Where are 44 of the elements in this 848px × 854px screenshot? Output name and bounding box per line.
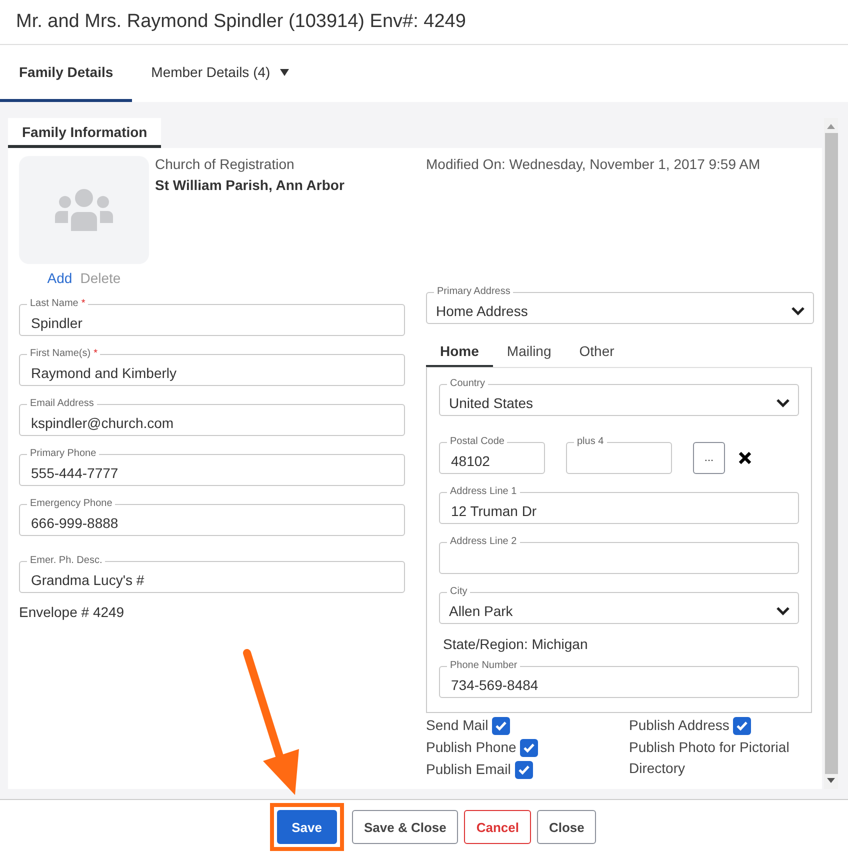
state-text: State/Region: Michigan — [443, 636, 589, 652]
checkbox[interactable] — [492, 717, 510, 735]
chevron-down-icon — [776, 398, 790, 408]
option-label: Publish Photo for Pictorial Directory — [629, 738, 790, 778]
lookup-button[interactable]: ... — [693, 442, 725, 474]
scroll-down-icon[interactable] — [827, 778, 835, 783]
checkbox[interactable] — [520, 739, 538, 757]
checkmark-icon — [736, 721, 748, 731]
option-label: Publish Phone — [426, 738, 516, 757]
section-tab[interactable]: Family Information — [8, 118, 162, 148]
chevron-down-icon — [776, 606, 790, 616]
tab[interactable]: Home — [426, 338, 493, 367]
action-button[interactable]: Save — [276, 810, 337, 844]
checkbox[interactable] — [514, 761, 533, 779]
option-label: Publish Email — [426, 760, 511, 779]
window-title: Mr. and Mrs. Raymond Spindler (103914) Env#: 4249 — [16, 11, 466, 33]
checkmark-icon — [518, 765, 530, 775]
church-name: St William Parish, Ann Arbor — [155, 177, 344, 193]
group-icon — [55, 189, 113, 231]
field-label: First Name(s) * — [27, 348, 100, 360]
field-label: Emergency Phone — [27, 498, 116, 510]
chevron-down-icon — [791, 306, 805, 316]
envelope-number: Envelope # 4249 — [19, 604, 126, 620]
photo-link[interactable]: Add — [47, 270, 72, 286]
option-label: Send Mail — [426, 716, 488, 735]
action-button[interactable]: Save & Close — [352, 810, 458, 844]
field-label: Primary Address — [434, 286, 514, 298]
field-label: City — [447, 586, 470, 598]
field-label: Country — [447, 378, 488, 390]
tab[interactable]: Mailing — [492, 338, 566, 367]
option-label: Publish Address — [629, 716, 730, 735]
field-label: Primary Phone — [27, 448, 100, 460]
tab[interactable]: Other — [565, 338, 628, 367]
checkmark-icon — [495, 721, 508, 731]
caret-icon — [280, 68, 290, 76]
checkbox[interactable] — [733, 717, 752, 735]
action-button[interactable]: Close — [536, 810, 596, 844]
scrollbar[interactable] — [824, 118, 838, 789]
field-label: plus 4 — [574, 436, 607, 448]
checkmark-icon — [523, 743, 536, 753]
action-button[interactable]: Cancel — [464, 810, 531, 844]
modified-date: Modified On: Wednesday, November 1, 2017 9:59 AM — [426, 156, 762, 174]
church-label: Church of Registration — [155, 156, 296, 172]
close-icon[interactable] — [738, 451, 752, 465]
